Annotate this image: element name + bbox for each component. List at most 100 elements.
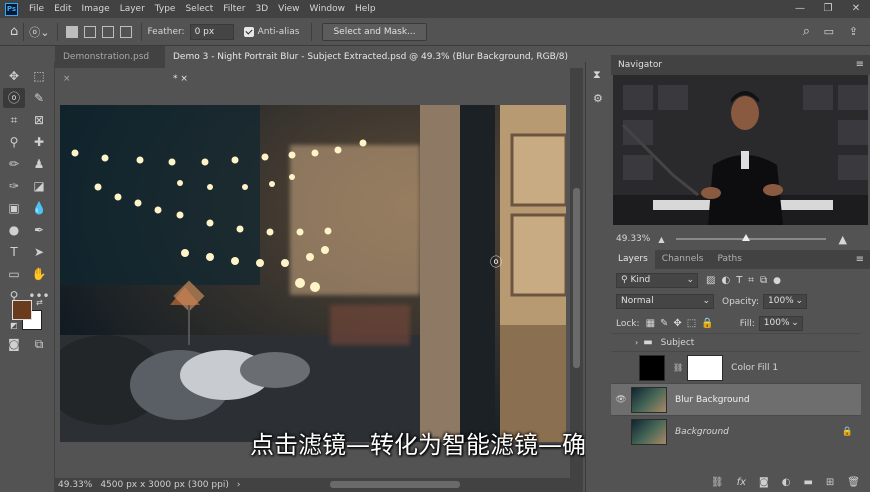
tab-channels[interactable]: Channels bbox=[655, 250, 711, 269]
trash-icon[interactable]: 🗑 bbox=[847, 477, 860, 488]
blend-mode-dropdown[interactable]: Normal ⌄ bbox=[616, 294, 714, 309]
menu-file[interactable]: File bbox=[24, 0, 49, 18]
close-button[interactable]: ✕ bbox=[842, 0, 870, 18]
gradient-tool-icon[interactable]: ▣ bbox=[3, 198, 25, 218]
document-canvas[interactable]: ⓞ bbox=[60, 105, 566, 442]
path-select-tool-icon[interactable]: ➤ bbox=[28, 242, 50, 262]
navigator-title[interactable]: Navigator bbox=[611, 55, 870, 75]
foreground-color-swatch[interactable] bbox=[12, 300, 32, 320]
stamp-tool-icon[interactable]: ♟ bbox=[28, 154, 50, 174]
feather-input[interactable]: 0 px bbox=[189, 23, 234, 40]
eyedropper-tool-icon[interactable]: ⚲ bbox=[3, 132, 25, 152]
healing-tool-icon[interactable]: ✚ bbox=[28, 132, 50, 152]
link-icon[interactable]: ⛓ bbox=[673, 363, 683, 372]
close-tab-icon[interactable]: × bbox=[180, 74, 188, 84]
default-colors-icon[interactable]: ◩ bbox=[10, 321, 18, 330]
history-brush-icon[interactable]: ✑ bbox=[3, 176, 25, 196]
filter-shape-icon[interactable]: ⌗ bbox=[748, 275, 754, 286]
eraser-tool-icon[interactable]: ◪ bbox=[28, 176, 50, 196]
vertical-scrollbar[interactable] bbox=[570, 68, 583, 478]
menu-layer[interactable]: Layer bbox=[115, 0, 150, 18]
menu-select[interactable]: Select bbox=[180, 0, 218, 18]
menu-window[interactable]: Window bbox=[305, 0, 351, 18]
layers-menu-icon[interactable]: ≡ bbox=[856, 254, 864, 265]
filter-smart-icon[interactable]: ⧉ bbox=[760, 275, 767, 286]
layer-name[interactable]: Background bbox=[675, 427, 729, 437]
crop-tool-icon[interactable]: ⌗ bbox=[3, 110, 25, 130]
chevron-right-icon[interactable]: › bbox=[635, 338, 638, 347]
layer-name[interactable]: Blur Background bbox=[675, 395, 750, 405]
filter-toggle-icon[interactable]: ● bbox=[773, 276, 781, 286]
blur-tool-icon[interactable]: 💧 bbox=[28, 198, 50, 218]
lock-paint-icon[interactable]: ✎ bbox=[660, 318, 668, 329]
new-selection-icon[interactable] bbox=[66, 25, 79, 38]
filter-kind-dropdown[interactable]: ⚲ Kind ⌄ bbox=[616, 273, 698, 288]
tab-layers[interactable]: Layers bbox=[611, 250, 655, 269]
tab-paths[interactable]: Paths bbox=[710, 250, 748, 269]
move-tool-icon[interactable]: ✥ bbox=[3, 66, 25, 86]
search-icon[interactable]: ⌕ bbox=[803, 24, 810, 39]
menu-type[interactable]: Type bbox=[150, 0, 181, 18]
zoom-out-icon[interactable]: ▲ bbox=[658, 235, 664, 244]
lock-all-icon[interactable]: 🔒 bbox=[701, 318, 713, 329]
navigator-zoom-value[interactable]: 49.33% bbox=[616, 234, 650, 244]
quick-select-tool-icon[interactable]: ✎ bbox=[28, 88, 50, 108]
menu-filter[interactable]: Filter bbox=[218, 0, 250, 18]
zoom-slider[interactable] bbox=[676, 234, 827, 241]
new-group-icon[interactable]: ▬ bbox=[803, 477, 812, 488]
screen-mode-icon[interactable]: ⧉ bbox=[28, 334, 50, 354]
share-icon[interactable]: ⇪ bbox=[849, 25, 858, 38]
new-layer-icon[interactable]: ⊞ bbox=[826, 477, 834, 488]
minimize-button[interactable]: — bbox=[786, 0, 814, 18]
add-mask-icon[interactable]: ◙ bbox=[759, 477, 769, 488]
brush-tool-icon[interactable]: ✏ bbox=[3, 154, 25, 174]
intersect-selection-icon[interactable] bbox=[120, 25, 133, 38]
lasso-preset-icon[interactable]: ⓞ⌄ bbox=[29, 24, 49, 40]
opacity-input[interactable]: 100% ⌄ bbox=[763, 294, 807, 309]
marquee-tool-icon[interactable]: ⬚ bbox=[28, 66, 50, 86]
antialias-checkbox[interactable] bbox=[243, 26, 254, 37]
menu-image[interactable]: Image bbox=[77, 0, 115, 18]
rectangle-tool-icon[interactable]: ▭ bbox=[3, 264, 25, 284]
filter-type-icon[interactable]: T bbox=[736, 275, 742, 286]
quick-mask-icon[interactable]: ◙ bbox=[3, 334, 25, 354]
workspace-icon[interactable]: ▭ bbox=[824, 25, 834, 38]
frame-tool-icon[interactable]: ⊠ bbox=[28, 110, 50, 130]
dodge-tool-icon[interactable]: ● bbox=[3, 220, 25, 240]
filter-pixel-icon[interactable]: ▨ bbox=[706, 275, 715, 286]
link-layers-icon[interactable]: ⛓ bbox=[711, 477, 724, 488]
horizontal-scroll-thumb[interactable] bbox=[330, 481, 460, 488]
menu-help[interactable]: Help bbox=[350, 0, 381, 18]
adjustment-layer-icon[interactable]: ◐ bbox=[782, 477, 791, 488]
lock-pixels-icon[interactable]: ▦ bbox=[646, 318, 655, 329]
subtract-selection-icon[interactable] bbox=[102, 25, 115, 38]
layer-name[interactable]: Subject bbox=[661, 338, 695, 348]
hand-tool-icon[interactable]: ✋ bbox=[28, 264, 50, 284]
status-arrow-icon[interactable]: › bbox=[237, 478, 241, 492]
pen-tool-icon[interactable]: ✒ bbox=[28, 220, 50, 240]
zoom-in-icon[interactable]: ▲ bbox=[838, 233, 846, 246]
eye-icon[interactable]: 👁 bbox=[611, 395, 631, 405]
menu-edit[interactable]: Edit bbox=[49, 0, 76, 18]
type-tool-icon[interactable]: T bbox=[3, 242, 25, 262]
lasso-tool-icon[interactable]: ⓞ bbox=[3, 88, 25, 108]
fill-input[interactable]: 100% ⌄ bbox=[758, 316, 803, 331]
layer-row-color-fill[interactable]: ⛓ Color Fill 1 bbox=[611, 351, 861, 383]
select-and-mask-button[interactable]: Select and Mask... bbox=[322, 22, 427, 41]
tab-demo3[interactable]: Demo 3 - Night Portrait Blur - Subject E… bbox=[165, 46, 583, 84]
layer-row-blur-background[interactable]: 👁 Blur Background bbox=[611, 383, 861, 415]
layer-name[interactable]: Color Fill 1 bbox=[731, 363, 778, 373]
close-tab-icon[interactable]: × bbox=[63, 74, 71, 84]
navigator-menu-icon[interactable]: ≡ bbox=[856, 59, 864, 70]
layer-row-subject[interactable]: › ▬ Subject bbox=[611, 333, 861, 351]
tab-demonstration[interactable]: Demonstration.psd × bbox=[55, 46, 165, 84]
filter-adjustment-icon[interactable]: ◐ bbox=[721, 275, 730, 286]
lock-position-icon[interactable]: ✥ bbox=[673, 318, 681, 329]
home-icon[interactable]: ⌂ bbox=[10, 24, 18, 39]
menu-3d[interactable]: 3D bbox=[251, 0, 274, 18]
swap-colors-icon[interactable]: ⇄ bbox=[36, 298, 43, 307]
lock-artboard-icon[interactable]: ⬚ bbox=[687, 318, 696, 329]
layer-row-background[interactable]: Background 🔒 bbox=[611, 415, 861, 447]
fx-icon[interactable]: fx bbox=[737, 477, 746, 488]
navigator-preview[interactable] bbox=[613, 75, 868, 225]
